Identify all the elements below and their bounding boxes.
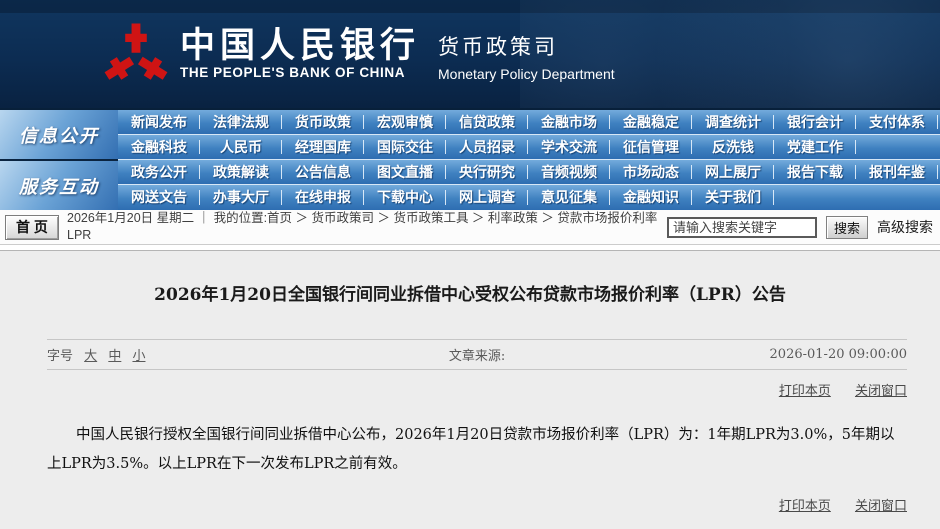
- search-button[interactable]: 搜索: [826, 215, 868, 239]
- bank-name-cn: 中国人民银行: [180, 24, 421, 66]
- article-body: 中国人民银行授权全国银行间同业拆借中心公布，2026年1月20日贷款市场报价利率…: [47, 426, 895, 472]
- nav-item[interactable]: 网送文告: [118, 185, 200, 210]
- article-title: 2026年1月20日全国银行间同业拆借中心受权公布贷款市场报价利率（LPR）公告: [154, 285, 786, 305]
- nav-item[interactable]: 市场动态: [610, 160, 692, 184]
- nav-item[interactable]: 宏观审慎: [364, 110, 446, 134]
- nav-item[interactable]: 关于我们: [692, 185, 774, 210]
- nav-item[interactable]: 政策解读: [200, 160, 282, 184]
- nav-item[interactable]: 党建工作: [774, 135, 856, 159]
- breadcrumb-line1: 2026年1月20日 星期二 ｜ 我的位置:首页 ＞ 货币政策司 ＞ 货币政策工…: [67, 211, 658, 226]
- source-label: 文章来源:: [448, 348, 506, 364]
- close-link[interactable]: 关闭窗口: [855, 499, 907, 514]
- nav-item[interactable]: 金融市场: [528, 110, 610, 134]
- nav-item[interactable]: 经理国库: [282, 135, 364, 159]
- nav-item[interactable]: 央行研究: [446, 160, 528, 184]
- nav-item[interactable]: 公告信息: [282, 160, 364, 184]
- nav-row: 网送文告 办事大厅 在线申报 下载中心 网上调查 意见征集 金融知识 关于我们: [118, 185, 940, 210]
- nav-item[interactable]: 国际交往: [364, 135, 446, 159]
- nav-item[interactable]: 图文直播: [364, 160, 446, 184]
- nav-item[interactable]: 音频视频: [528, 160, 610, 184]
- search-area: 搜索 高级搜索: [667, 215, 933, 239]
- search-input[interactable]: [667, 216, 817, 238]
- nav-item[interactable]: 在线申报: [282, 185, 364, 210]
- print-link[interactable]: 打印本页: [779, 499, 831, 514]
- breadcrumb: 2026年1月20日 星期二 ｜ 我的位置:首页 ＞ 货币政策司 ＞ 货币政策工…: [67, 210, 667, 244]
- nav-item[interactable]: 金融科技: [118, 135, 200, 159]
- nav-item[interactable]: 人民币: [200, 135, 282, 159]
- nav-item[interactable]: 银行会计: [774, 110, 856, 134]
- nav-item[interactable]: 调查统计: [692, 110, 774, 134]
- font-size-controls: 字号 大 中 小: [47, 345, 334, 364]
- dept-name-cn: 货币政策司: [438, 35, 559, 59]
- font-size-label: 字号: [47, 348, 74, 364]
- breadcrumb-bar: 首 页 2026年1月20日 星期二 ｜ 我的位置:首页 ＞ 货币政策司 ＞ 货…: [0, 210, 940, 245]
- nav-item[interactable]: 网上展厅: [692, 160, 774, 184]
- nav-section-labels: 信息公开 服务互动: [0, 110, 118, 210]
- dept-name-en: Monetary Policy Department: [438, 65, 615, 82]
- nav-item[interactable]: 征信管理: [610, 135, 692, 159]
- nav-menu-rows: 新闻发布 法律法规 货币政策 宏观审慎 信贷政策 金融市场 金融稳定 调查统计 银行会计 支付体系…: [118, 110, 940, 210]
- article-panel: 2026年1月20日全国银行间同业拆借中心受权公布贷款市场报价利率（LPR）公告…: [0, 250, 940, 529]
- font-size-large[interactable]: 大: [84, 349, 97, 364]
- site-header: 中国人民银行 THE PEOPLE'S BANK OF CHINA 货币政策司 …: [0, 0, 940, 108]
- nav-item[interactable]: 支付体系: [856, 110, 938, 134]
- dept-title-block: 货币政策司 Monetary Policy Department: [438, 27, 615, 82]
- nav-item[interactable]: 报告下载: [774, 160, 856, 184]
- article-actions-top: 打印本页 关闭窗口: [47, 380, 907, 399]
- main-nav: 信息公开 服务互动 新闻发布 法律法规 货币政策 宏观审慎 信贷政策 金融市场 金融稳定 调查统…: [0, 108, 940, 210]
- home-button[interactable]: 首 页: [5, 214, 59, 240]
- nav-item[interactable]: 网上调查: [446, 185, 528, 210]
- font-size-medium[interactable]: 中: [108, 349, 121, 364]
- nav-item[interactable]: 下载中心: [364, 185, 446, 210]
- advanced-search-link[interactable]: 高级搜索: [877, 217, 933, 237]
- pboc-page: 中国人民银行 THE PEOPLE'S BANK OF CHINA 货币政策司 …: [0, 0, 940, 529]
- article-actions-bottom: 打印本页 关闭窗口: [47, 495, 907, 514]
- pboc-logo-icon: [104, 21, 168, 87]
- close-link[interactable]: 关闭窗口: [855, 384, 907, 399]
- nav-item[interactable]: 反洗钱: [692, 135, 774, 159]
- publish-datetime: 2026-01-20 09:00:00: [769, 346, 908, 362]
- print-link[interactable]: 打印本页: [779, 384, 831, 399]
- nav-item[interactable]: 政务公开: [118, 160, 200, 184]
- nav-item[interactable]: 报刊年鉴: [856, 160, 938, 184]
- nav-row: 政务公开 政策解读 公告信息 图文直播 央行研究 音频视频 市场动态 网上展厅 报告下载 报刊年鉴: [118, 160, 940, 185]
- bank-name-en: THE PEOPLE'S BANK OF CHINA: [180, 65, 406, 81]
- nav-item[interactable]: 信贷政策: [446, 110, 528, 134]
- bank-title-block: 中国人民银行 THE PEOPLE'S BANK OF CHINA: [180, 24, 421, 81]
- nav-row: 金融科技 人民币 经理国库 国际交往 人员招录 学术交流 征信管理 反洗钱 党建工作: [118, 135, 940, 160]
- nav-item[interactable]: 新闻发布: [118, 110, 200, 134]
- nav-item[interactable]: 人员招录: [446, 135, 528, 159]
- nav-row: 新闻发布 法律法规 货币政策 宏观审慎 信贷政策 金融市场 金融稳定 调查统计 银行会计 支付体系: [118, 110, 940, 135]
- breadcrumb-line2: LPR: [67, 228, 92, 242]
- nav-item[interactable]: 金融知识: [610, 185, 692, 210]
- nav-item[interactable]: 办事大厅: [200, 185, 282, 210]
- nav-item[interactable]: 意见征集: [528, 185, 610, 210]
- nav-item[interactable]: 金融稳定: [610, 110, 692, 134]
- article-meta-bar: 字号 大 中 小 文章来源: 2026-01-20 09:00:00: [47, 338, 908, 370]
- font-size-small[interactable]: 小: [132, 349, 145, 364]
- nav-section-label-1: 服务互动: [0, 161, 118, 210]
- nav-item[interactable]: 学术交流: [528, 135, 610, 159]
- nav-item[interactable]: 货币政策: [282, 110, 364, 134]
- nav-item[interactable]: 法律法规: [200, 110, 282, 134]
- nav-section-label-0: 信息公开: [0, 110, 118, 159]
